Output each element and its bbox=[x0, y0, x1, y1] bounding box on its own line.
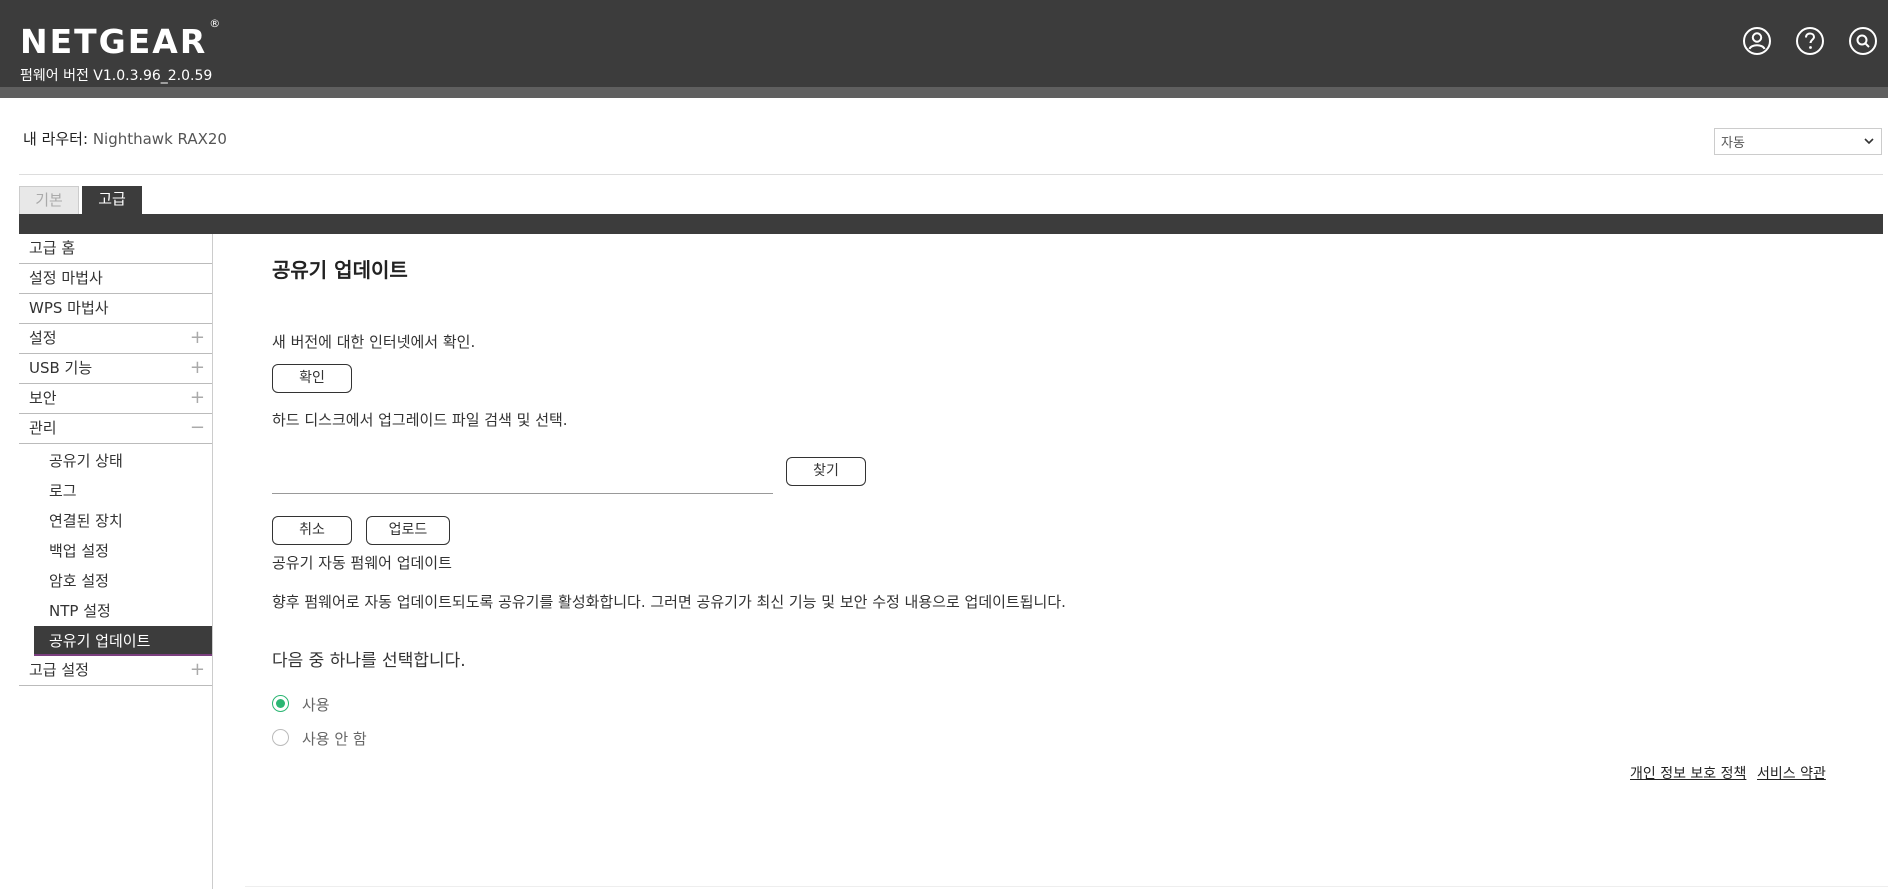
sidebar-subitem-attached-devices[interactable]: 연결된 장치 bbox=[19, 506, 213, 536]
choose-option-text: 다음 중 하나를 선택합니다. bbox=[272, 651, 466, 671]
check-button[interactable]: 확인 bbox=[272, 364, 352, 393]
cancel-button[interactable]: 취소 bbox=[272, 516, 352, 545]
auto-update-description: 향후 펌웨어로 자동 업데이트되도록 공유기를 활성화합니다. 그러면 공유기가… bbox=[272, 593, 1066, 611]
sidebar-item-setup[interactable]: 설정 + bbox=[19, 324, 213, 354]
sidebar-subitem-router-status[interactable]: 공유기 상태 bbox=[19, 446, 213, 476]
firmware-version: 펌웨어 버전 V1.0.3.96_2.0.59 bbox=[20, 68, 213, 84]
tab-advanced[interactable]: 고급 bbox=[82, 186, 142, 215]
sidebar-item-label: 고급 설정 bbox=[29, 661, 89, 679]
auto-update-title: 공유기 자동 펌웨어 업데이트 bbox=[272, 554, 452, 572]
language-select-value: 자동 bbox=[1721, 136, 1745, 151]
expand-icon[interactable]: + bbox=[190, 656, 205, 684]
upload-button[interactable]: 업로드 bbox=[366, 516, 450, 545]
radio-disable-label[interactable]: 사용 안 함 bbox=[302, 728, 367, 749]
browse-button[interactable]: 찾기 bbox=[786, 457, 866, 486]
sidebar-item-administration[interactable]: 관리 − bbox=[19, 414, 213, 444]
sidebar-divider bbox=[212, 234, 213, 889]
chevron-down-icon bbox=[1862, 134, 1876, 148]
select-file-text: 하드 디스크에서 업그레이드 파일 검색 및 선택. bbox=[272, 411, 568, 429]
sidebar-item-advanced-home[interactable]: 고급 홈 bbox=[19, 234, 213, 264]
sidebar-item-label: 설정 bbox=[29, 329, 57, 347]
radio-disable[interactable] bbox=[272, 729, 289, 746]
sidebar-subitem-set-password[interactable]: 암호 설정 bbox=[19, 566, 213, 596]
sidebar-subitem-backup-settings[interactable]: 백업 설정 bbox=[19, 536, 213, 566]
sidebar-item-label: 고급 홈 bbox=[29, 239, 76, 257]
logo-text: NETGEAR bbox=[20, 22, 208, 61]
sidebar-item-usb[interactable]: USB 기능 + bbox=[19, 354, 213, 384]
privacy-policy-link[interactable]: 개인 정보 보호 정책 bbox=[1630, 763, 1746, 783]
terms-of-service-link[interactable]: 서비스 약관 bbox=[1757, 763, 1826, 783]
tab-bar bbox=[19, 214, 1883, 234]
language-select[interactable]: 자동 bbox=[1714, 128, 1882, 155]
header-stripe bbox=[0, 87, 1888, 98]
router-label: 내 라우터: bbox=[23, 130, 89, 148]
sidebar-item-advanced-setup[interactable]: 고급 설정 + bbox=[19, 656, 213, 686]
netgear-logo: NETGEAR ® bbox=[20, 17, 222, 61]
search-icon[interactable] bbox=[1848, 26, 1878, 56]
top-header bbox=[0, 0, 1888, 98]
help-icon[interactable] bbox=[1795, 26, 1825, 56]
sidebar-item-label: 관리 bbox=[29, 419, 57, 437]
sidebar-subitem-logs[interactable]: 로그 bbox=[19, 476, 213, 506]
user-icon[interactable] bbox=[1742, 26, 1772, 56]
expand-icon[interactable]: + bbox=[190, 324, 205, 352]
page-title: 공유기 업데이트 bbox=[272, 258, 408, 282]
logo-registered-mark: ® bbox=[209, 17, 223, 30]
sidebar-item-label: USB 기능 bbox=[29, 359, 93, 377]
sidebar-subitem-router-update[interactable]: 공유기 업데이트 bbox=[34, 626, 213, 656]
divider bbox=[19, 174, 1883, 175]
check-online-text: 새 버전에 대한 인터넷에서 확인. bbox=[272, 333, 476, 351]
expand-icon[interactable]: + bbox=[190, 384, 205, 412]
expand-icon[interactable]: + bbox=[190, 354, 205, 382]
router-model: Nighthawk RAX20 bbox=[92, 130, 227, 148]
radio-enable[interactable] bbox=[272, 695, 289, 712]
sidebar-nav: 고급 홈 설정 마법사 WPS 마법사 설정 + USB 기능 + 보안 + 관리 − … bbox=[19, 234, 213, 686]
sidebar-item-label: WPS 마법사 bbox=[29, 299, 109, 317]
sidebar-item-setup-wizard[interactable]: 설정 마법사 bbox=[19, 264, 213, 294]
sidebar-item-wps-wizard[interactable]: WPS 마법사 bbox=[19, 294, 213, 324]
tab-basic[interactable]: 기본 bbox=[19, 186, 79, 215]
router-info: 내 라우터: Nighthawk RAX20 bbox=[23, 128, 227, 149]
file-path-input[interactable] bbox=[272, 493, 773, 494]
sidebar-subitem-ntp-settings[interactable]: NTP 설정 bbox=[19, 596, 213, 626]
radio-enable-label[interactable]: 사용 bbox=[302, 694, 330, 715]
sidebar-item-label: 보안 bbox=[29, 389, 57, 407]
sidebar-item-label: 설정 마법사 bbox=[29, 269, 103, 287]
bottom-divider bbox=[245, 886, 1888, 887]
sidebar-item-security[interactable]: 보안 + bbox=[19, 384, 213, 414]
collapse-icon[interactable]: − bbox=[190, 414, 205, 442]
